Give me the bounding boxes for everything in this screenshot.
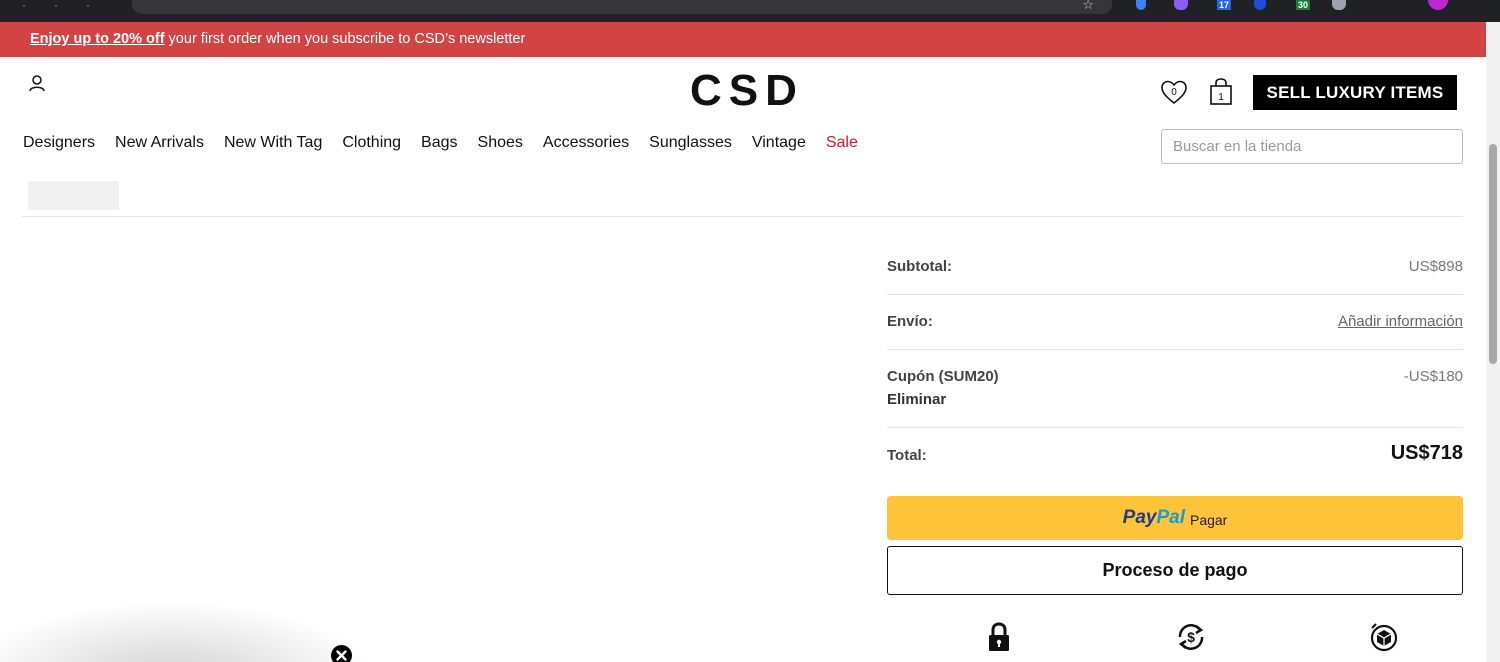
paypal-button[interactable]: PayPal Pagar — [887, 496, 1463, 540]
profile-avatar[interactable] — [1428, 0, 1448, 10]
cart-count: 1 — [1218, 92, 1224, 103]
cart-icon: 1 — [1210, 78, 1232, 105]
shipping-label: Envío: — [887, 313, 933, 330]
nav-item-clothing[interactable]: Clothing — [342, 134, 401, 154]
paypal-logo: PayPal — [1123, 507, 1185, 529]
nav-item-sunglasses[interactable]: Sunglasses — [649, 134, 732, 154]
checkout-button[interactable]: Proceso de pago — [887, 546, 1463, 595]
nav-item-sale[interactable]: Sale — [826, 134, 858, 154]
extension-badge-icon[interactable]: 30 — [1296, 0, 1311, 10]
coupon-value: -US$180 — [1403, 368, 1463, 385]
nav-item-shoes[interactable]: Shoes — [478, 134, 523, 154]
subtotal-label: Subtotal: — [887, 258, 952, 275]
remove-coupon-link[interactable]: Eliminar — [887, 391, 946, 408]
shipping-row: Envío: Añadir información — [887, 295, 1463, 350]
extension-icon[interactable] — [1174, 0, 1188, 10]
scrollbar-thumb[interactable] — [1489, 144, 1497, 364]
extension-badge-icon[interactable]: 17 — [1217, 0, 1232, 10]
header-divider — [22, 216, 1463, 217]
subtotal-value: US$898 — [1408, 258, 1463, 275]
total-label: Total: — [887, 447, 927, 464]
address-bar[interactable]: ☆ — [132, 0, 1112, 14]
extension-icon[interactable] — [1136, 0, 1146, 10]
close-icon[interactable] — [331, 645, 352, 662]
nav-item-new-arrivals[interactable]: New Arrivals — [115, 134, 204, 154]
scrollbar[interactable] — [1486, 22, 1500, 662]
lock-icon — [989, 622, 1009, 651]
nav-item-vintage[interactable]: Vintage — [752, 134, 806, 154]
sell-luxury-items-button[interactable]: SELL LUXURY ITEMS — [1253, 75, 1457, 110]
nav-item-new-with-tag[interactable]: New With Tag — [224, 134, 322, 154]
newsletter-popup — [0, 600, 380, 662]
account-icon[interactable] — [27, 73, 47, 93]
browser-toolbar: ··· ☆ 17 30 — [0, 0, 1500, 22]
heart-icon: 0 — [1161, 80, 1187, 105]
extension-icon[interactable] — [1254, 0, 1266, 10]
site-logo[interactable]: CSD — [690, 66, 804, 116]
nav-item-accessories[interactable]: Accessories — [543, 134, 629, 154]
total-row: Total: US$718 — [887, 428, 1463, 496]
subtotal-row: Subtotal: US$898 — [887, 240, 1463, 295]
wishlist-count: 0 — [1171, 87, 1177, 98]
money-back-icon: $ — [1178, 624, 1204, 650]
paypal-button-label: Pagar — [1189, 511, 1228, 528]
promo-banner: Enjoy up to 20% off your first order whe… — [0, 22, 1486, 57]
paypal-logo-pay: Pay — [1122, 507, 1157, 528]
promo-link[interactable]: Enjoy up to 20% off — [30, 31, 165, 47]
cart-button[interactable]: 1 — [1208, 77, 1234, 107]
svg-text:$: $ — [1187, 629, 1195, 645]
wishlist-button[interactable]: 0 — [1160, 78, 1188, 106]
coupon-label: Cupón (SUM20) — [887, 368, 999, 385]
search-input[interactable] — [1161, 129, 1463, 164]
extension-icon[interactable] — [1332, 0, 1346, 10]
total-value: US$718 — [1390, 442, 1463, 464]
promo-text: your first order when you subscribe to C… — [164, 31, 526, 47]
add-shipping-info-link[interactable]: Añadir información — [1338, 313, 1463, 330]
bookmark-star-icon[interactable]: ☆ — [1082, 0, 1094, 13]
order-summary: Subtotal: US$898 Envío: Añadir informaci… — [887, 240, 1463, 496]
nav-item-bags[interactable]: Bags — [421, 134, 457, 154]
paypal-logo-pal: Pal — [1156, 507, 1185, 528]
close-glyph-icon — [336, 650, 347, 661]
browser-nav-icons: ··· — [22, 0, 118, 12]
nav-item-designers[interactable]: Designers — [23, 134, 95, 154]
breadcrumb-placeholder — [28, 181, 119, 210]
box-icon — [1370, 623, 1398, 652]
coupon-row: Cupón (SUM20) Eliminar -US$180 — [887, 350, 1463, 428]
main-nav: Designers New Arrivals New With Tag Clot… — [23, 134, 858, 154]
